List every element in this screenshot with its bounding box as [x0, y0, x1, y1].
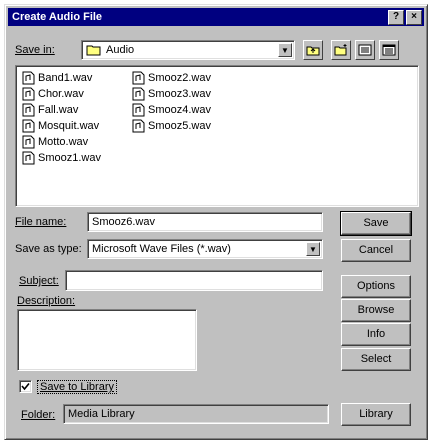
save-to-library-checkbox[interactable] — [19, 380, 32, 393]
create-new-folder-button[interactable] — [331, 40, 351, 60]
file-name-text: Mosquit.wav — [38, 120, 100, 132]
checkmark-icon — [21, 382, 30, 391]
file-name-text: Smooz4.wav — [148, 104, 211, 116]
file-item[interactable]: Motto.wav — [22, 134, 101, 150]
details-view-button[interactable] — [379, 40, 399, 60]
title-bar[interactable]: Create Audio File ? × — [8, 8, 424, 26]
file-item[interactable]: Smooz4.wav — [132, 102, 211, 118]
details-view-icon — [382, 44, 396, 56]
file-name-input[interactable]: Smooz6.wav — [87, 212, 323, 232]
select-button[interactable]: Select — [341, 348, 411, 371]
save-as-type-dropdown[interactable]: Microsoft Wave Files (*.wav) ▼ — [87, 239, 323, 259]
folder-label: Folder: — [21, 409, 56, 421]
audio-file-icon — [22, 135, 35, 149]
file-name-text: Smooz1.wav — [38, 152, 101, 164]
file-name-text: Smooz5.wav — [148, 120, 211, 132]
file-item[interactable]: Smooz1.wav — [22, 150, 101, 166]
info-button[interactable]: Info — [341, 323, 411, 346]
file-list[interactable]: Band1.wav Chor.wav Fall.wav Mosquit.wav … — [15, 65, 419, 207]
create-audio-file-dialog: Create Audio File ? × Save in: Audio ▼ B… — [4, 4, 428, 440]
audio-file-icon — [22, 71, 35, 85]
list-view-icon — [358, 44, 372, 56]
file-list-column-1: Band1.wav Chor.wav Fall.wav Mosquit.wav … — [22, 70, 101, 166]
browse-button[interactable]: Browse — [341, 299, 411, 322]
audio-file-icon — [22, 119, 35, 133]
chevron-down-icon[interactable]: ▼ — [278, 43, 292, 57]
file-name-text: Fall.wav — [38, 104, 79, 116]
cancel-button[interactable]: Cancel — [341, 239, 411, 262]
subject-input[interactable] — [65, 270, 323, 291]
folder-icon — [86, 45, 101, 56]
file-name-text: Smooz3.wav — [148, 88, 211, 100]
audio-file-icon — [132, 71, 145, 85]
save-button[interactable]: Save — [340, 211, 412, 236]
audio-file-icon — [132, 119, 145, 133]
file-name-label: File name: — [15, 216, 67, 228]
folder-value: Media Library — [68, 408, 135, 420]
file-name-value: Smooz6.wav — [92, 216, 155, 228]
description-label: Description: — [17, 295, 76, 307]
file-name-text: Chor.wav — [38, 88, 84, 100]
file-item[interactable]: Smooz5.wav — [132, 118, 211, 134]
save-as-type-value: Microsoft Wave Files (*.wav) — [92, 243, 231, 255]
file-item[interactable]: Chor.wav — [22, 86, 101, 102]
folder-field: Media Library — [63, 404, 329, 424]
chevron-down-icon[interactable]: ▼ — [306, 242, 320, 256]
file-item[interactable]: Mosquit.wav — [22, 118, 101, 134]
save-to-library-label[interactable]: Save to Library — [37, 380, 117, 394]
file-item[interactable]: Fall.wav — [22, 102, 101, 118]
file-item[interactable]: Smooz3.wav — [132, 86, 211, 102]
subject-label: Subject: — [19, 275, 59, 287]
close-button[interactable]: × — [406, 9, 422, 25]
save-in-dropdown[interactable]: Audio ▼ — [81, 40, 295, 60]
file-list-column-2: Smooz2.wav Smooz3.wav Smooz4.wav Smooz5.… — [132, 70, 211, 134]
file-item[interactable]: Band1.wav — [22, 70, 101, 86]
audio-file-icon — [22, 87, 35, 101]
up-folder-icon — [306, 46, 320, 56]
file-item[interactable]: Smooz2.wav — [132, 70, 211, 86]
file-name-text: Motto.wav — [38, 136, 89, 148]
list-view-button[interactable] — [355, 40, 375, 60]
file-name-text: Smooz2.wav — [148, 72, 211, 84]
save-as-type-label: Save as type: — [15, 243, 82, 255]
library-button[interactable]: Library — [341, 403, 411, 426]
audio-file-icon — [22, 103, 35, 117]
new-folder-icon — [334, 44, 347, 56]
up-one-level-button[interactable] — [303, 40, 323, 60]
save-in-label: Save in: — [15, 44, 55, 56]
audio-file-icon — [132, 103, 145, 117]
window-title: Create Audio File — [12, 11, 103, 23]
description-textarea[interactable] — [17, 309, 197, 371]
file-name-text: Band1.wav — [38, 72, 93, 84]
audio-file-icon — [132, 87, 145, 101]
save-in-value: Audio — [106, 44, 135, 56]
help-button[interactable]: ? — [388, 9, 404, 25]
audio-file-icon — [22, 151, 35, 165]
options-button[interactable]: Options — [341, 275, 411, 298]
